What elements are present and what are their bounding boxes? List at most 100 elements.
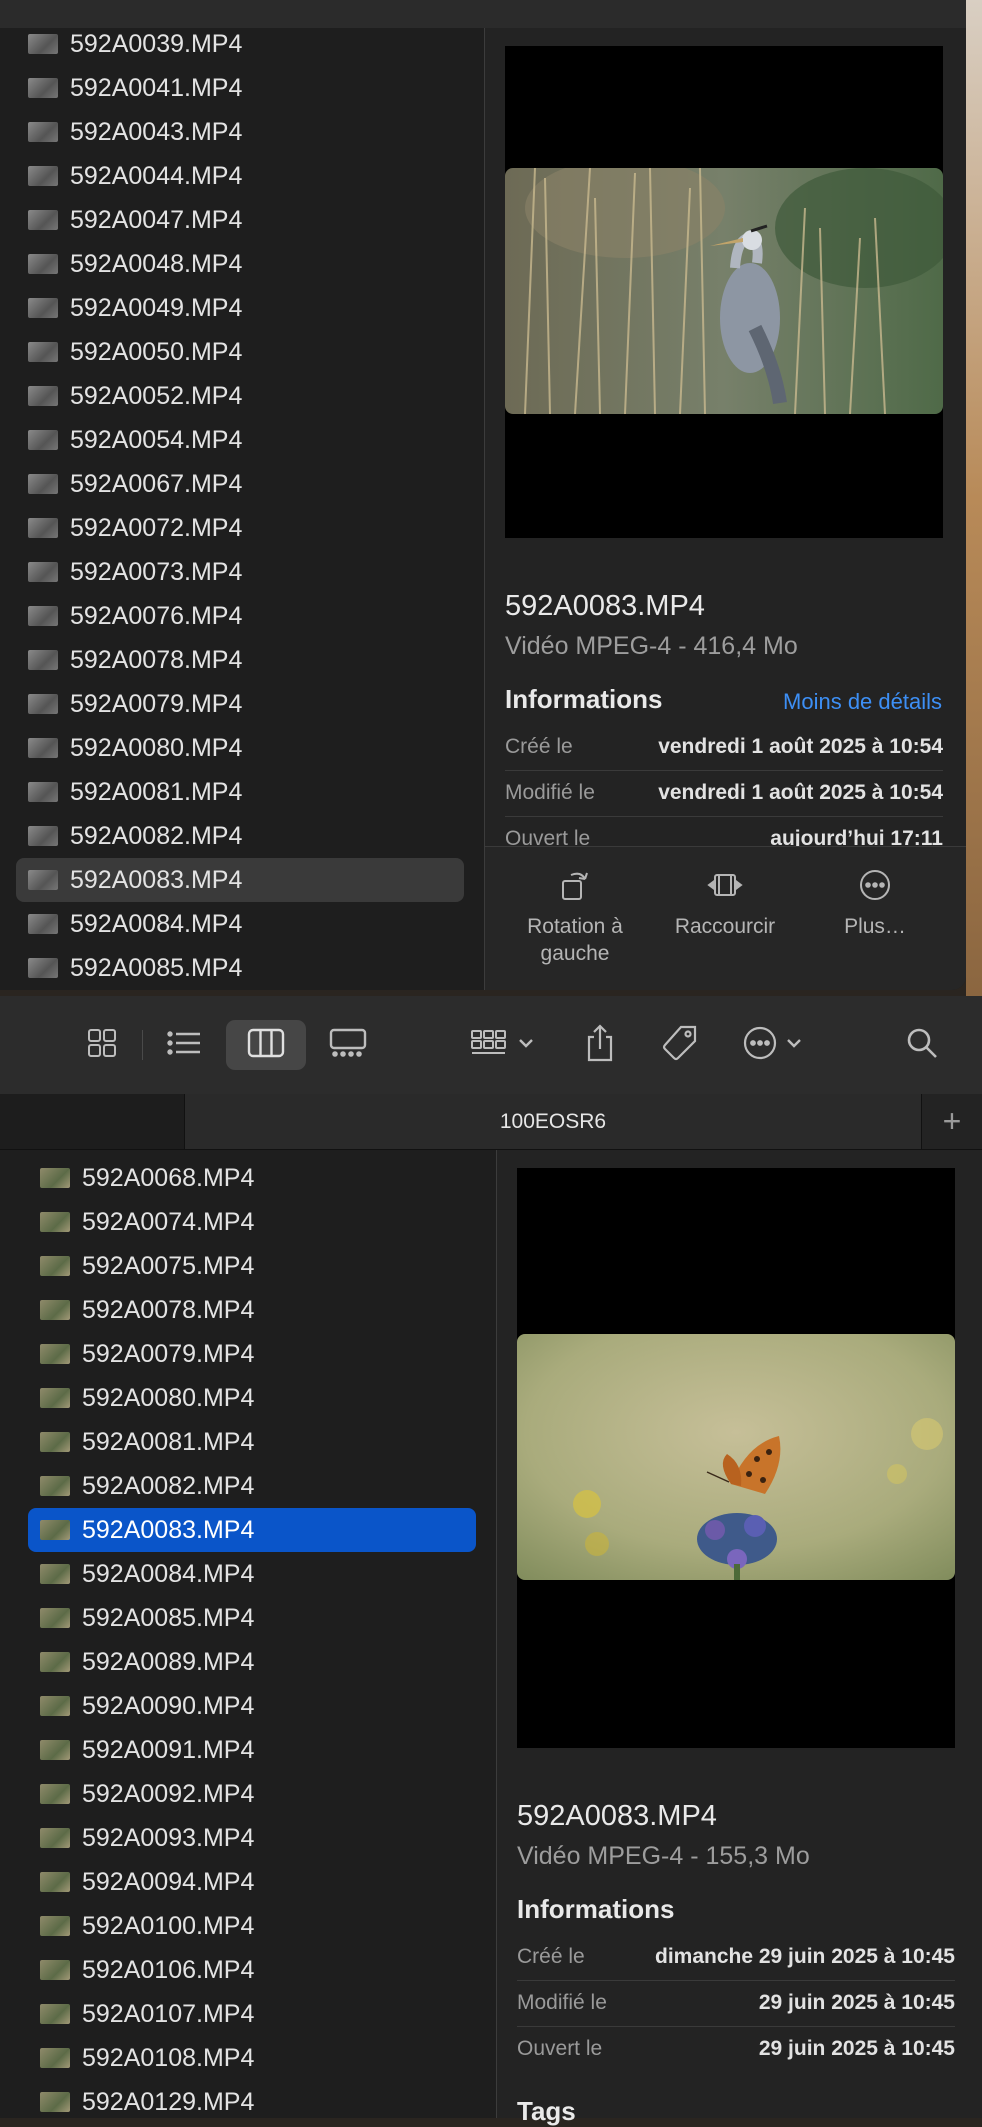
search-button[interactable] bbox=[898, 1020, 946, 1070]
file-name: 592A0093.MP4 bbox=[82, 1823, 255, 1852]
column-view-button[interactable] bbox=[226, 1020, 306, 1070]
info-value: vendredi 1 août 2025 à 10:54 bbox=[658, 735, 943, 758]
file-row[interactable]: 592A0041.MP4 bbox=[16, 66, 464, 110]
file-row[interactable]: 592A0078.MP4 bbox=[16, 638, 464, 682]
preview-kind: Vidéo MPEG-4 - 155,3 Mo bbox=[517, 1842, 810, 1870]
video-thumbnail-icon bbox=[40, 1608, 70, 1628]
group-button[interactable] bbox=[468, 1020, 542, 1070]
file-name: 592A0106.MP4 bbox=[82, 1955, 255, 1984]
video-thumbnail-icon bbox=[40, 1476, 70, 1496]
video-thumbnail-icon bbox=[28, 386, 58, 406]
video-thumbnail-icon bbox=[40, 1740, 70, 1760]
less-details-link[interactable]: Moins de détails bbox=[783, 689, 942, 715]
rotate-left-button[interactable]: Rotation à gauche bbox=[505, 865, 645, 967]
file-list-top[interactable]: 592A0039.MP4 592A0041.MP4 592A0043.MP4 592A… bbox=[0, 28, 485, 990]
file-row[interactable]: 592A0094.MP4 bbox=[28, 1860, 476, 1904]
file-row[interactable]: 592A0044.MP4 bbox=[16, 154, 464, 198]
preview-video-top[interactable] bbox=[505, 46, 943, 538]
file-row[interactable]: 592A0075.MP4 bbox=[28, 1244, 476, 1288]
file-name: 592A0079.MP4 bbox=[82, 1339, 255, 1368]
butterfly-thumbnail bbox=[517, 1334, 955, 1580]
file-name: 592A0085.MP4 bbox=[82, 1603, 255, 1632]
file-row[interactable]: 592A0081.MP4 bbox=[28, 1420, 476, 1464]
video-thumbnail-icon bbox=[40, 1388, 70, 1408]
file-row[interactable]: 592A0052.MP4 bbox=[16, 374, 464, 418]
preview-filename: 592A0083.MP4 bbox=[517, 1800, 717, 1832]
file-name: 592A0081.MP4 bbox=[82, 1427, 255, 1456]
file-row[interactable]: 592A0084.MP4 bbox=[28, 1552, 476, 1596]
icon-view-button[interactable] bbox=[78, 1020, 126, 1070]
file-row[interactable]: 592A0082.MP4 bbox=[28, 1464, 476, 1508]
file-row[interactable]: 592A0076.MP4 bbox=[16, 594, 464, 638]
file-row[interactable]: 592A0084.MP4 bbox=[16, 902, 464, 946]
new-tab-button[interactable]: + bbox=[922, 1094, 982, 1149]
file-name: 592A0085.MP4 bbox=[70, 953, 243, 982]
video-thumbnail-icon bbox=[40, 1256, 70, 1276]
video-thumbnail-icon bbox=[40, 2004, 70, 2024]
file-row[interactable]: 592A0085.MP4 bbox=[28, 1596, 476, 1640]
file-row[interactable]: 592A0085.MP4 bbox=[16, 946, 464, 990]
video-thumbnail-icon bbox=[28, 210, 58, 230]
share-icon bbox=[584, 1023, 616, 1068]
file-row[interactable]: 592A0107.MP4 bbox=[28, 1992, 476, 2036]
file-row[interactable]: 592A0072.MP4 bbox=[16, 506, 464, 550]
file-row[interactable]: 592A0083.MP4 bbox=[16, 858, 464, 902]
file-row[interactable]: 592A0081.MP4 bbox=[16, 770, 464, 814]
file-row[interactable]: 592A0092.MP4 bbox=[28, 1772, 476, 1816]
file-row[interactable]: 592A0068.MP4 bbox=[28, 1156, 476, 1200]
share-button[interactable] bbox=[576, 1020, 624, 1070]
info-row-modified: Modifié le 29 juin 2025 à 10:45 bbox=[517, 1980, 955, 2027]
file-row[interactable]: 592A0043.MP4 bbox=[16, 110, 464, 154]
file-name: 592A0072.MP4 bbox=[70, 513, 243, 542]
trim-button[interactable]: Raccourcir bbox=[655, 865, 795, 940]
quick-actions-bar: Rotation à gauche Raccourcir Plus… bbox=[485, 846, 966, 990]
file-name: 592A0090.MP4 bbox=[82, 1691, 255, 1720]
tab-inactive[interactable] bbox=[0, 1094, 185, 1149]
file-row[interactable]: 592A0108.MP4 bbox=[28, 2036, 476, 2080]
tag-button[interactable] bbox=[656, 1020, 704, 1070]
file-list-bottom[interactable]: 592A0068.MP4 592A0074.MP4 592A0075.MP4 592A… bbox=[0, 1150, 497, 2118]
file-row[interactable]: 592A0048.MP4 bbox=[16, 242, 464, 286]
file-name: 592A0078.MP4 bbox=[82, 1295, 255, 1324]
file-name: 592A0068.MP4 bbox=[82, 1163, 255, 1192]
gallery-view-button[interactable] bbox=[324, 1020, 372, 1070]
preview-kind: Vidéo MPEG-4 - 416,4 Mo bbox=[505, 632, 798, 660]
preview-video-bottom[interactable] bbox=[517, 1168, 955, 1748]
video-thumbnail-icon bbox=[40, 1828, 70, 1848]
file-row[interactable]: 592A0039.MP4 bbox=[16, 22, 464, 66]
file-row[interactable]: 592A0106.MP4 bbox=[28, 1948, 476, 1992]
file-row[interactable]: 592A0091.MP4 bbox=[28, 1728, 476, 1772]
tab-100eosr6[interactable]: 100EOSR6 bbox=[185, 1094, 922, 1149]
file-row[interactable]: 592A0079.MP4 bbox=[16, 682, 464, 726]
tab-bar: 100EOSR6 + bbox=[0, 1094, 982, 1150]
action-menu-button[interactable] bbox=[740, 1020, 814, 1070]
file-row[interactable]: 592A0078.MP4 bbox=[28, 1288, 476, 1332]
file-name: 592A0083.MP4 bbox=[82, 1515, 255, 1544]
file-row[interactable]: 592A0083.MP4 bbox=[28, 1508, 476, 1552]
file-row[interactable]: 592A0082.MP4 bbox=[16, 814, 464, 858]
file-row[interactable]: 592A0093.MP4 bbox=[28, 1816, 476, 1860]
info-value: 29 juin 2025 à 10:45 bbox=[758, 2037, 955, 2060]
file-row[interactable]: 592A0074.MP4 bbox=[28, 1200, 476, 1244]
file-row[interactable]: 592A0100.MP4 bbox=[28, 1904, 476, 1948]
video-thumbnail-icon bbox=[28, 562, 58, 582]
file-row[interactable]: 592A0054.MP4 bbox=[16, 418, 464, 462]
file-row[interactable]: 592A0050.MP4 bbox=[16, 330, 464, 374]
more-button[interactable]: Plus… bbox=[805, 865, 945, 940]
file-row[interactable]: 592A0090.MP4 bbox=[28, 1684, 476, 1728]
file-row[interactable]: 592A0080.MP4 bbox=[28, 1376, 476, 1420]
video-thumbnail-icon bbox=[40, 1960, 70, 1980]
file-row[interactable]: 592A0079.MP4 bbox=[28, 1332, 476, 1376]
file-row[interactable]: 592A0129.MP4 bbox=[28, 2080, 476, 2124]
file-row[interactable]: 592A0080.MP4 bbox=[16, 726, 464, 770]
video-thumbnail-icon bbox=[28, 738, 58, 758]
list-view-button[interactable] bbox=[160, 1020, 208, 1070]
file-row[interactable]: 592A0073.MP4 bbox=[16, 550, 464, 594]
icon-view-icon bbox=[86, 1027, 118, 1064]
file-row[interactable]: 592A0047.MP4 bbox=[16, 198, 464, 242]
file-row[interactable]: 592A0089.MP4 bbox=[28, 1640, 476, 1684]
video-thumbnail-icon bbox=[40, 1212, 70, 1232]
info-label: Créé le bbox=[505, 735, 573, 758]
file-row[interactable]: 592A0049.MP4 bbox=[16, 286, 464, 330]
file-row[interactable]: 592A0067.MP4 bbox=[16, 462, 464, 506]
